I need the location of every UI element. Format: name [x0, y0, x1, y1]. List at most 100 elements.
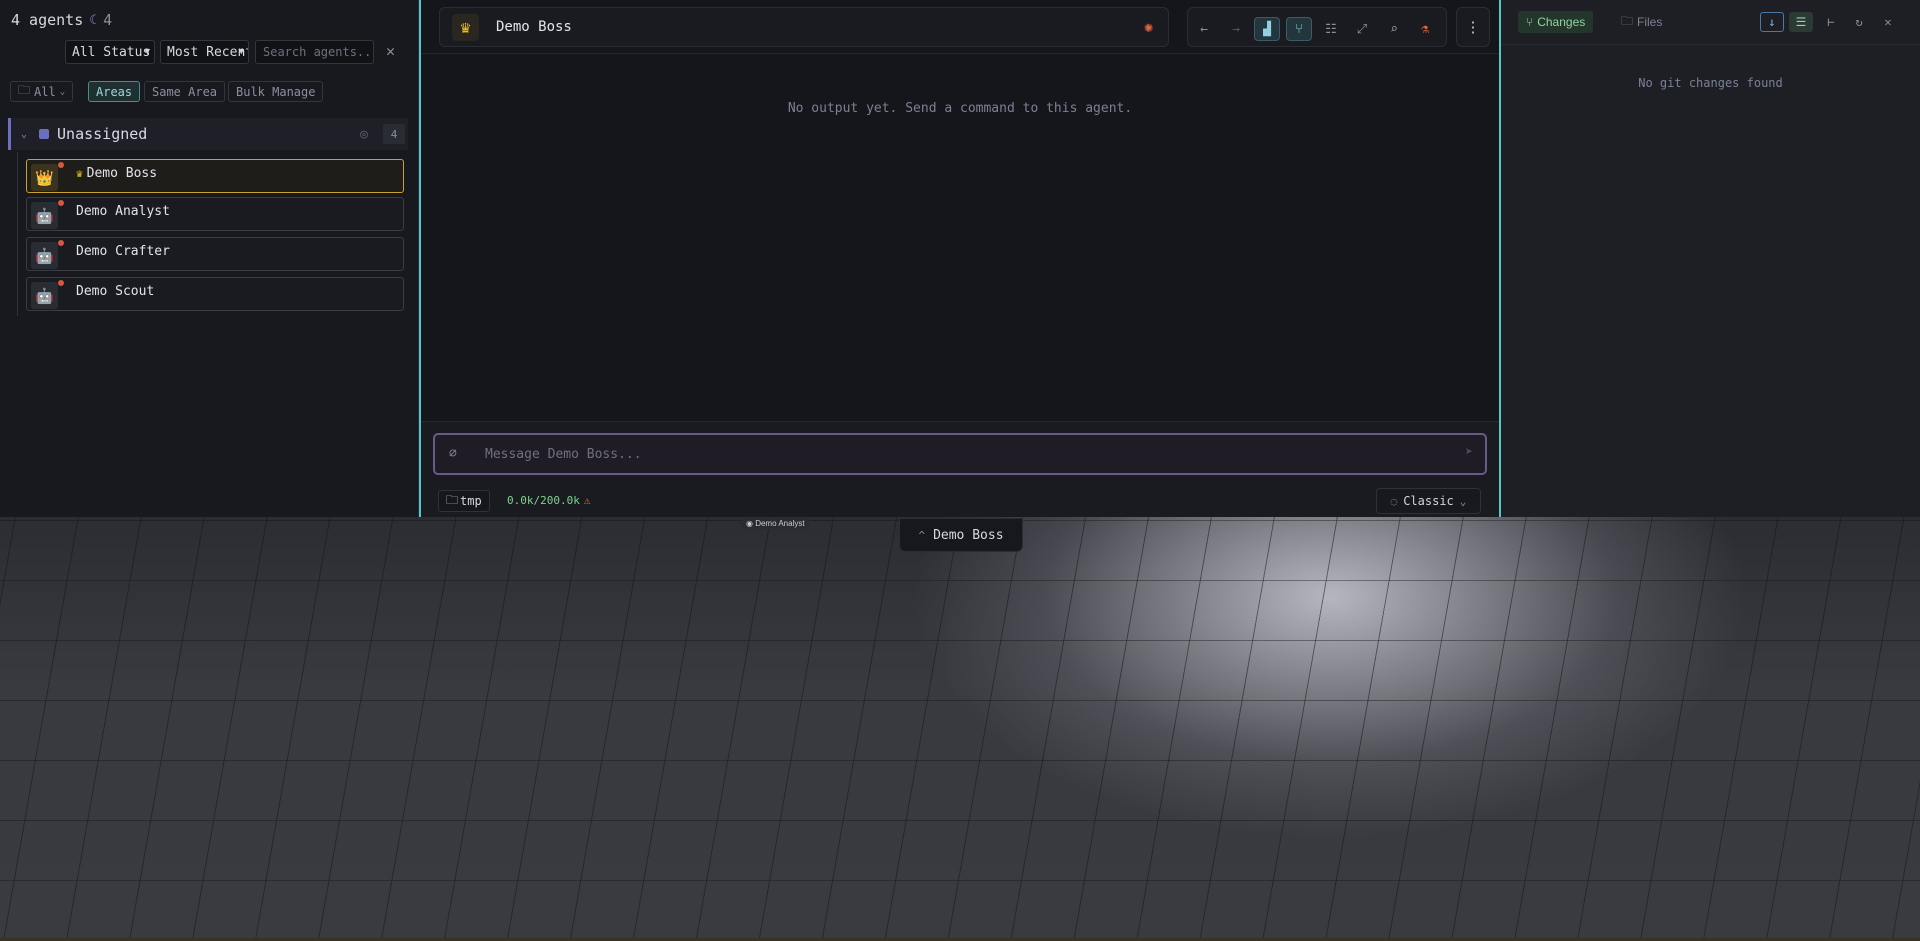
chevron-down-icon: ⌄ — [59, 86, 66, 97]
battlefield-scene[interactable] — [0, 517, 1920, 941]
agent-sidebar: 4 agents ☾ 4 All Status ▼ Most Recent ▼ … — [0, 0, 419, 517]
view-mode-select[interactable]: ◌ Classic ⌄ — [1376, 488, 1481, 514]
no-changes-message: No git changes found — [1638, 76, 1783, 90]
agent-name: Demo Scout — [76, 284, 154, 299]
agent-name-text: Demo Analyst — [76, 204, 170, 219]
agent-header: ♛ Demo Boss ✺ — [439, 7, 1169, 47]
message-composer[interactable]: ⌀ ➤ — [433, 433, 1487, 475]
git-branch-icon[interactable]: ⑂ — [1286, 17, 1312, 41]
agent-name: Demo Analyst — [76, 204, 170, 219]
composer-area: ⌀ ➤ 🗀 tmp 0.0k/200.0k⚠ ◌ Classic ⌄ — [421, 421, 1499, 517]
status-filter-value: All Status — [72, 44, 151, 60]
activity-spark-icon: ✺ — [1144, 18, 1154, 36]
robot-icon: 🤖 — [31, 242, 58, 269]
filter-all-label: All — [34, 84, 56, 99]
status-dot — [58, 280, 64, 286]
agent-list-item[interactable]: 👑 ♛ Demo Boss — [26, 159, 404, 193]
robot-icon: 🤖 — [31, 282, 58, 309]
agent-list-item[interactable]: 🤖 Demo Analyst — [26, 197, 404, 231]
agent-title: Demo Boss — [496, 19, 572, 35]
search-input[interactable]: Search agents... — [255, 40, 374, 64]
floor-grid — [0, 517, 1920, 941]
agent-name: Demo Crafter — [76, 244, 170, 259]
send-icon[interactable]: ➤ — [1465, 445, 1473, 460]
empty-output-message: No output yet. Send a command to this ag… — [787, 101, 1133, 116]
tree-view-icon[interactable]: ⊢ — [1819, 12, 1843, 32]
agent-list-item[interactable]: 🤖 Demo Crafter — [26, 237, 404, 271]
selected-agent-tag-label: Demo Boss — [933, 527, 1004, 543]
folder-icon: 🗀 — [18, 83, 31, 97]
filter-areas-label: Areas — [96, 84, 133, 99]
status-filter-select[interactable]: All Status ▼ — [65, 40, 155, 64]
search-placeholder: Search agents... — [263, 45, 374, 59]
chevron-down-icon: ▼ — [144, 47, 150, 57]
crown-icon: ♛ — [76, 167, 83, 180]
chevron-down-icon: ▼ — [238, 47, 244, 57]
folder-filter-all[interactable]: 🗀 All ⌄ — [10, 81, 74, 102]
clear-icon[interactable]: ⚗ — [1412, 17, 1438, 41]
palette-icon: ◌ — [1390, 494, 1398, 508]
filter-areas-button[interactable]: Areas — [88, 81, 141, 102]
bulk-manage-button[interactable]: Bulk Manage — [228, 81, 324, 102]
warning-icon: ⚠ — [583, 494, 591, 507]
git-panel-header: ⑂ Changes 🗀 Files ↓ ☰ ⊢ ↻ ✕ — [1501, 0, 1920, 45]
area-group-header[interactable]: ⌄ Unassigned ◎ 4 — [8, 118, 408, 150]
moon-icon: ☾ — [89, 12, 98, 28]
more-menu-icon[interactable]: ⋮ — [1456, 7, 1490, 47]
tab-files-label: Files — [1637, 15, 1663, 29]
paperclip-icon[interactable]: ⌀ — [449, 446, 457, 461]
agent-count-label: 4 agents — [11, 11, 84, 29]
refresh-icon[interactable]: ↻ — [1847, 12, 1871, 32]
stats-icon[interactable]: ▟ — [1254, 17, 1280, 41]
download-icon[interactable]: ↓ — [1760, 12, 1784, 32]
folder-icon: 🗀 — [1621, 13, 1634, 28]
tab-files[interactable]: 🗀 Files — [1617, 11, 1666, 33]
agent-name-text: Demo Scout — [76, 284, 155, 299]
message-input[interactable] — [485, 444, 1415, 464]
forward-arrow-icon[interactable]: → — [1223, 17, 1249, 41]
git-branch-icon: ⑂ — [1526, 15, 1534, 29]
checklist-icon[interactable]: ☷ — [1318, 17, 1344, 41]
sort-select[interactable]: Most Recent ▼ — [160, 40, 249, 64]
crown-icon: ♛ — [452, 14, 479, 41]
status-dot — [58, 200, 64, 206]
chevron-down-icon[interactable]: ⌄ — [21, 129, 27, 140]
agent-list-item[interactable]: 🤖 Demo Scout — [26, 277, 404, 311]
tab-changes[interactable]: ⑂ Changes — [1518, 11, 1594, 33]
token-usage: 0.0k/200.0k ⚠ — [507, 494, 590, 507]
area-group-name: Unassigned — [57, 125, 148, 143]
status-dot — [58, 240, 64, 246]
idle-count: 4 — [103, 11, 113, 29]
bulk-manage-label: Bulk Manage — [236, 84, 316, 99]
working-directory: tmp — [460, 494, 482, 508]
close-icon[interactable]: ✕ — [386, 42, 395, 60]
chevron-down-icon: ⌄ — [1459, 494, 1467, 508]
tab-changes-label: Changes — [1537, 15, 1586, 29]
chevron-up-icon: ^ — [918, 528, 926, 542]
crown-icon: 👑 — [31, 164, 58, 191]
list-view-icon[interactable]: ☰ — [1789, 12, 1813, 32]
working-directory-chip[interactable]: 🗀 tmp — [438, 490, 490, 512]
selected-agent-tag[interactable]: ^ Demo Boss — [899, 518, 1023, 552]
view-mode-value: Classic — [1403, 494, 1454, 508]
agent-terminal-panel: ♛ Demo Boss ✺ ← → ▟ ⑂ ☷ ⤢ ⌕ ⚗ ⋮ No outpu… — [419, 0, 1501, 517]
header-divider — [421, 53, 1499, 54]
agent-name-text: Demo Crafter — [76, 244, 170, 259]
search-icon[interactable]: ⌕ — [1381, 17, 1407, 41]
close-icon[interactable]: ✕ — [1876, 12, 1900, 32]
agent-name-text: Demo Boss — [86, 166, 158, 181]
area-agent-count: 4 — [383, 124, 405, 144]
filter-same-area-button[interactable]: Same Area — [144, 81, 226, 102]
tree-guide-line — [17, 152, 18, 316]
folder-icon: 🗀 — [446, 492, 459, 507]
agent-count: 4 agents ☾ 4 — [11, 11, 112, 29]
sort-value: Most Recent — [167, 44, 249, 60]
scene-agent-label[interactable]: ◉ Demo Analyst — [742, 518, 809, 529]
token-usage-value: 0.0k/200.0k — [507, 494, 580, 507]
robot-icon: 🤖 — [31, 202, 58, 229]
back-arrow-icon[interactable]: ← — [1191, 17, 1217, 41]
expand-icon[interactable]: ⤢ — [1349, 17, 1375, 41]
panel-toolbar: ← → ▟ ⑂ ☷ ⤢ ⌕ ⚗ — [1187, 7, 1447, 47]
filter-same-area-label: Same Area — [152, 84, 218, 99]
target-icon[interactable]: ◎ — [360, 127, 368, 142]
